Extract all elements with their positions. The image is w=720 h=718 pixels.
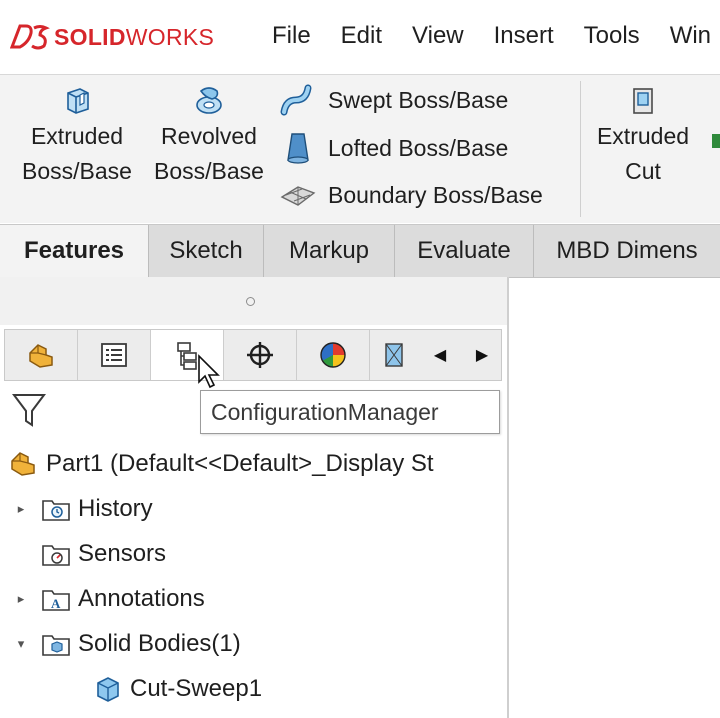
tree-item-sensors[interactable]: Sensors [14,534,166,574]
swept-boss-base-button[interactable]: Swept Boss/Base [278,78,508,122]
property-manager-tab[interactable] [78,330,151,380]
tab-markup[interactable]: Markup [264,225,395,277]
tab-mbd-dimensions[interactable]: MBD Dimens [534,225,720,277]
logo-text-solid: SOLID [54,23,126,50]
ribbon-separator [580,81,581,217]
extruded-boss-label-1: Extruded [30,123,124,149]
svg-text:A: A [51,596,61,611]
tabs-scroll-right-button[interactable]: ▶ [467,340,497,370]
tree-item-annotations[interactable]: ▸ A Annotations [14,579,205,619]
tabs-scroll-left-button[interactable]: ◀ [425,340,455,370]
display-manager-tab[interactable] [297,330,370,380]
tab-sketch[interactable]: Sketch [149,225,264,277]
solid-body-icon [97,677,119,702]
hole-wizard-icon-partial[interactable] [712,134,720,148]
tree-item-history[interactable]: ▸ History [14,489,153,529]
ds-logo-icon [10,24,50,50]
extruded-cut-icon [633,88,653,114]
tree-item-cut-sweep1[interactable]: Cut-Sweep1 [92,669,262,709]
crosshair-icon [247,342,273,368]
menu-window[interactable]: Win [670,22,711,50]
cam-manager-icon [385,343,403,367]
feature-manager-panel: ◀ ▶ Part1 (Default<<Default>_Display St … [0,277,509,718]
expand-arrow-icon[interactable]: ▸ [14,591,28,607]
caret-right-icon: ▶ [475,347,489,364]
menu-edit[interactable]: Edit [341,22,382,50]
sensors-folder-icon [42,545,70,566]
menu-file[interactable]: File [272,22,311,50]
property-manager-icon [101,343,127,367]
main-menu: File Edit View Insert Tools Win [272,22,720,50]
lofted-boss-label: Lofted Boss/Base [328,134,509,161]
boundary-boss-icon [280,186,316,206]
lofted-boss-icon [287,133,309,164]
feature-manager-icon [29,344,53,368]
part-name-label: Part1 (Default<<Default>_Display St [46,450,434,477]
extruded-boss-icon [67,88,89,114]
revolved-boss-icon [196,87,222,114]
menu-view[interactable]: View [412,22,464,50]
configuration-manager-tooltip: ConfigurationManager [200,390,500,434]
command-ribbon: Extruded Boss/Base Revolved Boss/Base Sw… [0,75,720,223]
command-manager-tabs: Features Sketch Markup Evaluate MBD Dime… [0,224,720,278]
solid-bodies-folder-icon [42,635,70,656]
tab-features[interactable]: Features [0,225,149,277]
part-icon [11,452,35,476]
appearance-sphere-icon [320,342,346,368]
history-folder-icon [42,500,70,521]
extruded-boss-base-button[interactable]: Extruded Boss/Base [18,83,136,189]
solid-bodies-label: Solid Bodies(1) [78,630,241,657]
expand-arrow-icon[interactable]: ▸ [14,501,28,517]
boundary-boss-label: Boundary Boss/Base [328,181,543,208]
tab-evaluate[interactable]: Evaluate [395,225,534,277]
revolved-boss-base-button[interactable]: Revolved Boss/Base [150,83,268,189]
feature-manager-tab[interactable] [5,330,78,380]
manager-tabs: ◀ ▶ [4,329,502,381]
boundary-boss-base-button[interactable]: Boundary Boss/Base [278,173,543,217]
tree-root-part[interactable]: Part1 (Default<<Default>_Display St [8,444,434,484]
swept-boss-label: Swept Boss/Base [328,86,509,113]
extruded-boss-label-2: Boss/Base [22,158,132,184]
handle-dot-icon [246,297,255,306]
menu-bar: SOLIDWORKS File Edit View Insert Tools W… [0,0,720,75]
menu-tools[interactable]: Tools [584,22,640,50]
annotations-label: Annotations [78,585,205,612]
cam-manager-tab[interactable] [370,330,420,380]
sensors-label: Sensors [78,540,167,567]
cut-sweep1-label: Cut-Sweep1 [130,675,263,702]
panel-resize-handle[interactable] [0,277,507,325]
revolved-boss-label-1: Revolved [161,123,257,149]
menu-insert[interactable]: Insert [494,22,554,50]
collapse-arrow-icon[interactable]: ▾ [14,636,28,652]
lofted-boss-base-button[interactable]: Lofted Boss/Base [278,126,508,170]
tree-item-solid-bodies[interactable]: ▾ Solid Bodies(1) [14,624,241,664]
dimxpert-manager-tab[interactable] [224,330,297,380]
swept-boss-icon [280,84,312,116]
extruded-cut-button[interactable]: Extruded Cut [588,83,698,189]
history-label: History [78,495,153,522]
mouse-cursor-icon [198,354,220,389]
filter-icon [12,394,46,427]
revolved-boss-label-2: Boss/Base [154,158,264,184]
solidworks-logo[interactable]: SOLIDWORKS [10,20,214,54]
annotations-folder-icon: A [42,590,70,611]
logo-text-works: WORKS [125,23,215,50]
extruded-cut-label-1: Extruded [596,123,690,149]
extruded-cut-label-2: Cut [625,158,661,184]
caret-left-icon: ◀ [433,347,447,364]
